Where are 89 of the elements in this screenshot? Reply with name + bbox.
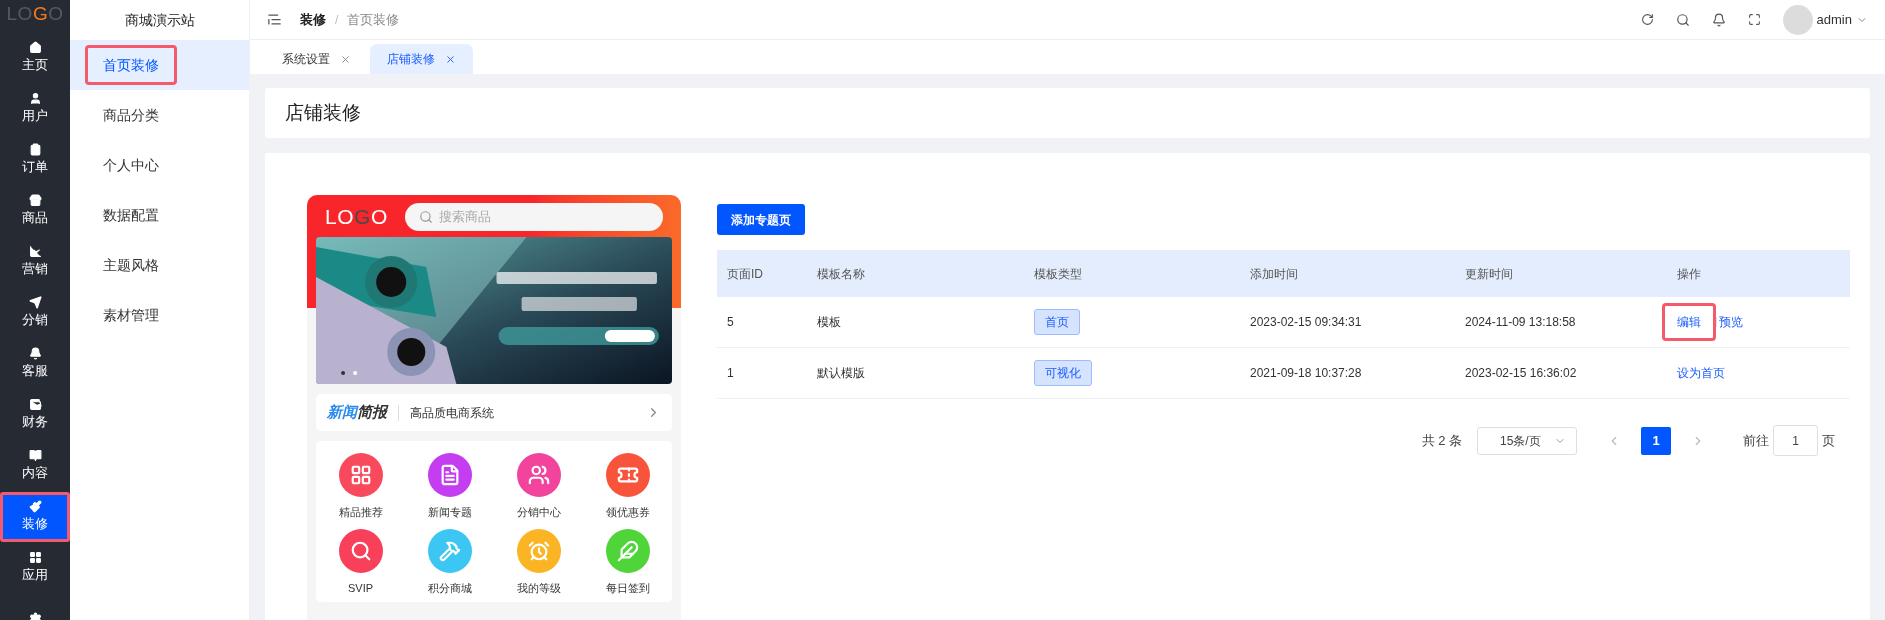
action-link[interactable]: 预览 <box>1717 313 1743 331</box>
nav-rail-item[interactable]: 财务 <box>0 389 70 440</box>
table-cell-text: 1 <box>727 365 735 382</box>
shop-icon <box>28 193 42 207</box>
news-title: 新闻简报 <box>327 402 387 423</box>
shortcut-item[interactable]: 分销中心 <box>494 453 583 521</box>
action-link[interactable]: 设为首页 <box>1677 364 1725 382</box>
user-icon <box>28 91 42 105</box>
nav-rail-item[interactable]: 分销 <box>0 287 70 338</box>
column-header: 页面ID <box>727 265 764 283</box>
breadcrumb-separator: / <box>335 11 339 29</box>
paper-plane-icon <box>28 295 42 309</box>
type-tag: 可视化 <box>1034 360 1092 386</box>
shortcut-item[interactable]: 我的等级 <box>494 528 583 596</box>
column-header: 模板名称 <box>817 265 866 283</box>
preview-logo: LOGO <box>325 204 388 231</box>
column-header: 模板类型 <box>1034 265 1083 283</box>
shortcut-item[interactable]: 每日签到 <box>583 528 672 596</box>
grid-icon <box>28 550 42 564</box>
sidebar-item[interactable]: 主题风格 <box>85 245 177 285</box>
table-cell-text: 默认模版 <box>817 365 866 382</box>
page-input[interactable]: 1 <box>1773 425 1818 456</box>
hammer-icon <box>438 539 461 562</box>
book-icon <box>28 448 42 462</box>
table-cell-text: 模板 <box>817 314 842 331</box>
shortcut-item[interactable]: 领优惠券 <box>583 453 672 521</box>
table-cell-text: 2023-02-15 16:36:02 <box>1465 365 1578 382</box>
sidebar-item[interactable]: 数据配置 <box>85 195 177 235</box>
home-icon <box>28 40 42 54</box>
feather-icon <box>616 539 639 562</box>
brush-icon <box>28 499 42 513</box>
page-size-select[interactable]: 15条/页 <box>1477 426 1577 455</box>
table-cell-text: 2023-02-15 09:34:31 <box>1250 314 1363 331</box>
refresh-icon[interactable] <box>1640 13 1654 26</box>
grid-icon <box>349 464 372 486</box>
shortcut-item[interactable]: SVIP <box>316 528 405 596</box>
goto-suffix: 页 <box>1822 431 1835 450</box>
people-icon <box>527 464 550 486</box>
column-header: 添加时间 <box>1250 265 1299 283</box>
nav-rail-item[interactable]: 订单 <box>0 134 70 185</box>
nav-rail-item[interactable]: 营销 <box>0 236 70 287</box>
table-cell-text: 2024-11-09 13:18:58 <box>1465 314 1577 331</box>
nav-rail-item[interactable]: 商品 <box>0 185 70 236</box>
sidebar-item[interactable]: 首页装修 <box>85 45 177 85</box>
page-title: 店铺装修 <box>285 100 361 125</box>
shortcut-item[interactable]: 精品推荐 <box>316 453 405 521</box>
page-number[interactable]: 1 <box>1641 426 1671 455</box>
search-icon <box>418 210 433 224</box>
sidebar-item[interactable]: 个人中心 <box>85 145 177 185</box>
sidebar-item[interactable]: 商品分类 <box>85 95 177 135</box>
action-link[interactable]: 编辑 <box>1662 303 1716 341</box>
tab[interactable]: 系统设置 <box>265 44 368 74</box>
nav-rail-item[interactable]: 客服 <box>0 338 70 389</box>
close-icon[interactable] <box>445 53 456 65</box>
shortcut-item[interactable]: 新闻专题 <box>405 453 494 521</box>
clipboard-icon <box>28 142 42 156</box>
sidebar-item[interactable]: 素材管理 <box>85 295 177 335</box>
goto-label: 前往 <box>1743 431 1769 450</box>
nav-rail-item[interactable]: 装修 <box>0 491 70 542</box>
news-bar[interactable]: 新闻简报 高品质电商系统 <box>316 394 672 431</box>
breadcrumb-item[interactable]: 装修 <box>300 9 326 30</box>
chart-icon <box>28 244 42 258</box>
user-name[interactable]: admin <box>1816 9 1852 30</box>
search-icon <box>349 539 372 562</box>
table-cell-text: 5 <box>727 314 735 331</box>
alarm-clock-icon <box>527 539 550 562</box>
bell-icon[interactable] <box>1711 12 1726 27</box>
ticket-icon <box>616 464 639 486</box>
add-topic-page-button[interactable]: 添加专题页 <box>717 204 805 235</box>
column-header: 更新时间 <box>1465 265 1514 283</box>
fullscreen-icon[interactable] <box>1747 13 1761 26</box>
nav-rail-item[interactable]: 应用 <box>0 542 70 593</box>
column-header: 操作 <box>1677 265 1702 283</box>
nav-rail-item[interactable]: 用户 <box>0 83 70 134</box>
nav-rail-item[interactable]: 主页 <box>0 32 70 83</box>
bell-icon <box>28 346 42 360</box>
breadcrumb-item: 首页装修 <box>347 10 400 29</box>
menu-icon[interactable] <box>267 12 282 27</box>
total-count: 共 2 条 <box>1421 431 1462 450</box>
news-text: 高品质电商系统 <box>410 404 494 422</box>
tab[interactable]: 店铺装修 <box>370 44 473 74</box>
nav-rail-item[interactable]: 内容 <box>0 440 70 491</box>
type-tag: 首页 <box>1034 309 1080 335</box>
shortcut-item[interactable]: 积分商城 <box>405 528 494 596</box>
wallet-icon <box>28 397 42 411</box>
site-title: 商城演示站 <box>123 10 196 30</box>
search-icon[interactable] <box>1675 12 1690 27</box>
table-cell-text: 2021-09-18 10:37:28 <box>1250 365 1363 382</box>
close-icon[interactable] <box>340 53 351 65</box>
